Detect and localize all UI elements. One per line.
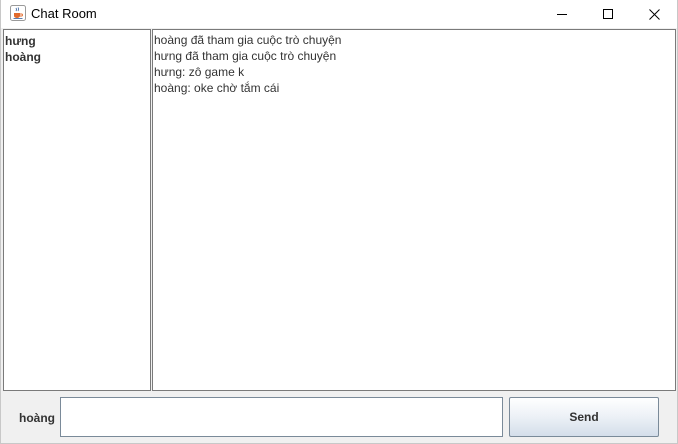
user-list-item[interactable]: hoàng: [4, 49, 150, 65]
chat-message: hưng đã tham gia cuộc trò chuyện: [154, 49, 337, 63]
current-username-label: hoàng: [19, 411, 55, 425]
close-icon: [648, 8, 660, 20]
chat-message: hoàng đã tham gia cuộc trò chuyện: [154, 33, 342, 47]
chat-messages-area[interactable]: hoàng đã tham gia cuộc trò chuyện hưng đ…: [152, 29, 676, 391]
chat-message: hưng: zô game k: [154, 65, 245, 79]
window-title: Chat Room: [31, 6, 97, 21]
send-button[interactable]: Send: [509, 397, 659, 437]
minimize-icon: [557, 9, 567, 19]
users-list: hưng hoàng: [4, 30, 150, 65]
messages-list: hoàng đã tham gia cuộc trò chuyện hưng đ…: [153, 30, 675, 96]
chat-message: hoàng: oke chờ tắm cái: [154, 81, 280, 95]
chat-room-window: Chat Room hưng hoàng hoàng đã tham gia c…: [0, 0, 678, 444]
online-users-panel[interactable]: hưng hoàng: [3, 29, 151, 391]
message-input[interactable]: [60, 397, 503, 437]
title-bar[interactable]: Chat Room: [1, 0, 677, 28]
java-cup-icon: [10, 5, 26, 21]
maximize-button[interactable]: [585, 0, 631, 28]
maximize-icon: [603, 9, 613, 19]
close-button[interactable]: [631, 0, 677, 28]
minimize-button[interactable]: [539, 0, 585, 28]
user-list-item[interactable]: hưng: [4, 33, 150, 49]
